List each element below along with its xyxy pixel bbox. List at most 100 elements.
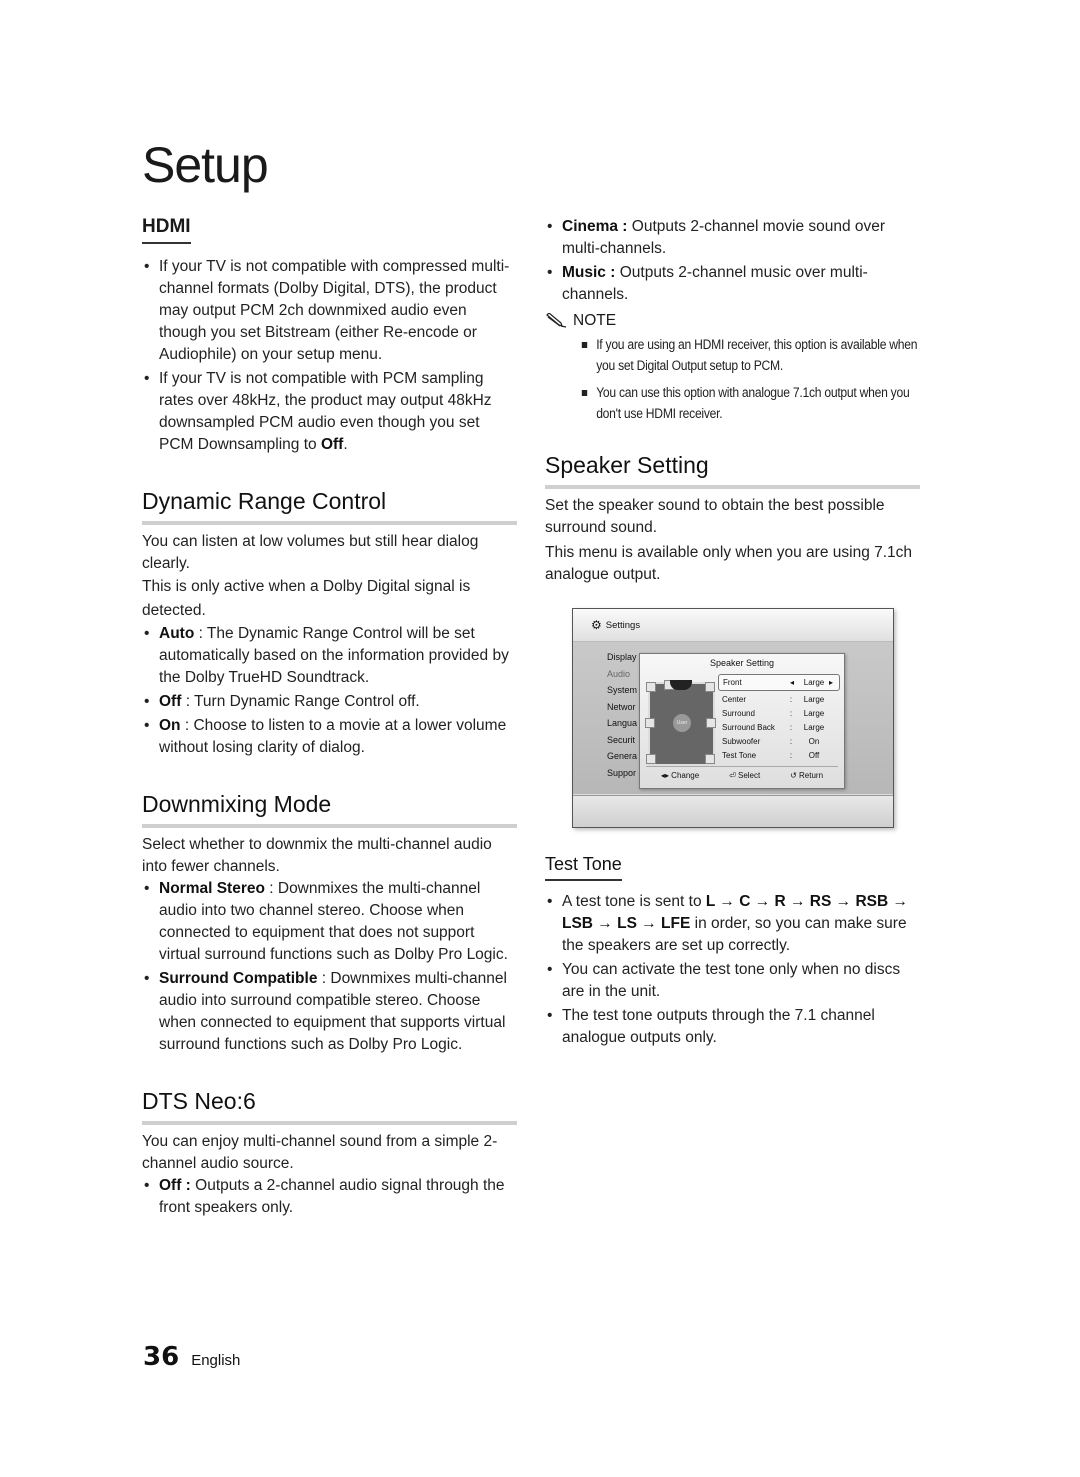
- bullet-term: Cinema :: [562, 218, 628, 235]
- menu-item-display[interactable]: Display: [607, 652, 637, 669]
- page-number: 36: [143, 1342, 180, 1372]
- screen-header-title: Settings: [605, 619, 641, 631]
- speaker-row-test-tone[interactable]: Test Tone : Off: [718, 748, 840, 762]
- speaker-icon: [645, 718, 655, 728]
- bullet-term: Off :: [159, 1177, 191, 1194]
- hdmi-bullet: If your TV is not compatible with PCM sa…: [142, 368, 517, 456]
- speaker-row-subwoofer[interactable]: Subwoofer : On: [718, 734, 840, 748]
- menu-item-support[interactable]: Suppor: [607, 768, 637, 785]
- bullet-text: : Choose to listen to a movie at a lower…: [159, 717, 507, 756]
- menu-item-security[interactable]: Securit: [607, 735, 637, 752]
- hdmi-heading: HDMI: [142, 216, 191, 244]
- dts-heading: DTS Neo:6: [142, 1088, 517, 1125]
- dynamic-range-list: Auto : The Dynamic Range Control will be…: [142, 623, 517, 759]
- row-separator: :: [789, 750, 793, 760]
- bullet-text: .: [343, 436, 348, 453]
- row-label: Test Tone: [722, 750, 757, 760]
- downmixing-intro: Select whether to downmix the multi-chan…: [142, 836, 492, 875]
- speaker-row-center[interactable]: Center : Large: [718, 693, 840, 707]
- change-hint[interactable]: ◂▸ Change: [661, 771, 699, 780]
- dynamic-range-intro: You can listen at low volumes but still …: [142, 533, 479, 572]
- user-position-icon: User: [673, 714, 691, 732]
- page-title: Setup: [142, 137, 269, 193]
- speaker-setting-intro: Set the speaker sound to obtain the best…: [545, 497, 885, 536]
- row-label: Surround Back: [722, 722, 775, 732]
- select-hint[interactable]: ⏎ Select: [729, 771, 760, 780]
- dynamic-range-bullet: Auto : The Dynamic Range Control will be…: [142, 623, 517, 689]
- settings-menu: Display Audio System Networ Langua Secur…: [607, 652, 637, 784]
- speaker-setting-intro-2: This menu is available only when you are…: [545, 544, 913, 583]
- screen-bottom-bar: [573, 795, 893, 827]
- row-separator: :: [789, 722, 793, 732]
- menu-item-network[interactable]: Networ: [607, 702, 637, 719]
- dynamic-range-intro-2: This is only active when a Dolby Digital…: [142, 578, 471, 619]
- menu-item-system[interactable]: System: [607, 685, 637, 702]
- downmixing-list: Normal Stereo : Downmixes the multi-chan…: [142, 878, 517, 1056]
- left-column: HDMI If your TV is not compatible with c…: [142, 216, 517, 1221]
- dts-list: Off : Outputs a 2-channel audio signal t…: [142, 1175, 517, 1219]
- note-header: NOTE: [545, 312, 920, 330]
- bullet-text: Outputs a 2-channel audio signal through…: [159, 1177, 505, 1216]
- pencil-icon: [546, 313, 567, 328]
- row-value: Large: [803, 722, 825, 732]
- downmixing-bullet: Normal Stereo : Downmixes the multi-chan…: [142, 878, 517, 966]
- bullet-text: : The Dynamic Range Control will be set …: [159, 625, 509, 686]
- bullet-term: Surround Compatible: [159, 970, 318, 987]
- speaker-icon: [646, 754, 656, 764]
- row-value: Large: [803, 678, 825, 687]
- row-value: Off: [808, 750, 820, 760]
- dynamic-range-bullet: On : Choose to listen to a movie at a lo…: [142, 715, 517, 759]
- bullet-term: On: [159, 717, 181, 734]
- row-value: Large: [803, 709, 825, 719]
- speaker-setting-heading: Speaker Setting: [545, 452, 920, 489]
- dts-list-continued: Cinema : Outputs 2-channel movie sound o…: [545, 216, 920, 306]
- row-label: Front: [723, 678, 742, 687]
- chevron-right-icon[interactable]: ▸: [829, 678, 839, 687]
- bullet-text: A test tone is sent to: [562, 893, 706, 910]
- hdmi-list: If your TV is not compatible with compre…: [142, 256, 517, 456]
- row-label: Surround: [722, 709, 755, 719]
- test-tone-bullet: A test tone is sent to L → C → R → RS → …: [545, 891, 920, 957]
- dts-intro: You can enjoy multi-channel sound from a…: [142, 1133, 498, 1172]
- test-tone-heading: Test Tone: [545, 854, 622, 881]
- test-tone-bullet: The test tone outputs through the 7.1 ch…: [545, 1005, 920, 1049]
- dynamic-range-bullet: Off : Turn Dynamic Range Control off.: [142, 691, 517, 713]
- dialog-title: Speaker Setting: [709, 658, 775, 668]
- note-list: If you are using an HDMI receiver, this …: [545, 334, 920, 424]
- speaker-layout-diagram: User: [645, 680, 716, 766]
- page-footer: 36 English: [143, 1342, 240, 1372]
- speaker-row-surround-back[interactable]: Surround Back : Large: [718, 721, 840, 735]
- speaker-icon: [706, 718, 716, 728]
- screen-header: ⚙ Settings: [573, 609, 893, 642]
- row-label: Center: [722, 695, 747, 705]
- test-tone-list: A test tone is sent to L → C → R → RS → …: [545, 891, 920, 1049]
- chevron-left-icon[interactable]: ◂: [785, 678, 799, 687]
- speaker-setting-dialog: Speaker Setting User Front ◂ Large ▸ Cen…: [639, 653, 845, 789]
- speaker-icon: [705, 754, 715, 764]
- dts-bullet: Cinema : Outputs 2-channel movie sound o…: [545, 216, 920, 260]
- speaker-icon: [646, 682, 656, 692]
- return-hint[interactable]: ↺ Return: [790, 771, 823, 780]
- tv-icon: [670, 680, 692, 690]
- row-separator: :: [789, 709, 793, 719]
- menu-item-general[interactable]: Genera: [607, 751, 637, 768]
- speaker-icon: [705, 682, 715, 692]
- speaker-row-front[interactable]: Front ◂ Large ▸: [718, 674, 840, 691]
- row-separator: :: [789, 695, 793, 705]
- note-item: You can use this option with analogue 7.…: [580, 382, 929, 424]
- row-separator: :: [789, 736, 793, 746]
- menu-item-language[interactable]: Langua: [607, 718, 637, 735]
- menu-item-audio[interactable]: Audio: [607, 669, 637, 686]
- bullet-term: Normal Stereo: [159, 880, 265, 897]
- bullet-term: Off: [159, 693, 182, 710]
- dialog-footer: ◂▸ Change ⏎ Select ↺ Return: [646, 766, 838, 780]
- test-tone-bullet: You can activate the test tone only when…: [545, 959, 920, 1003]
- bullet-text: : Turn Dynamic Range Control off.: [181, 693, 420, 710]
- speaker-row-surround[interactable]: Surround : Large: [718, 707, 840, 721]
- row-value: On: [808, 736, 820, 746]
- note-label: NOTE: [573, 312, 617, 329]
- downmixing-bullet: Surround Compatible : Downmixes multi-ch…: [142, 968, 517, 1056]
- dts-bullet: Off : Outputs a 2-channel audio signal t…: [142, 1175, 517, 1219]
- bullet-term: Music :: [562, 264, 616, 281]
- downmixing-heading: Downmixing Mode: [142, 791, 517, 828]
